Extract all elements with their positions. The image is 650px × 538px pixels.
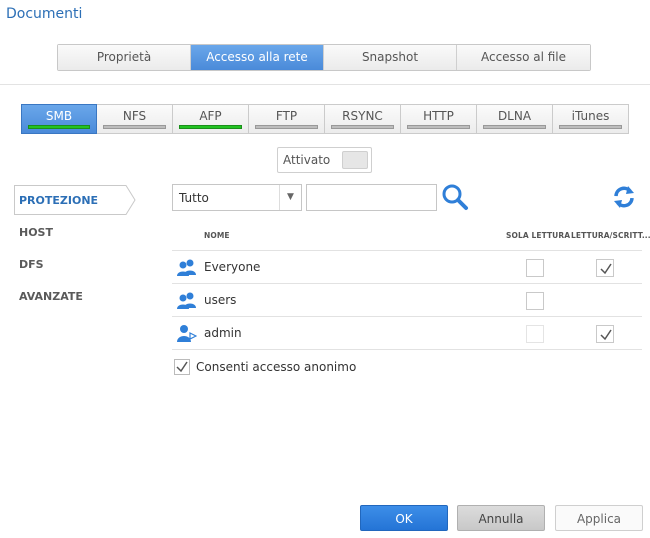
anonymous-access-label: Consenti accesso anonimo <box>196 360 357 374</box>
table-row: admin <box>172 316 642 349</box>
column-header-name: NOME <box>204 231 230 240</box>
status-indicator-enabled <box>28 125 90 129</box>
protocol-tab-label: RSYNC <box>342 109 383 123</box>
tab-snapshot[interactable]: Snapshot <box>324 45 457 70</box>
protocol-tab-label: HTTP <box>423 109 454 123</box>
status-indicator-enabled <box>179 125 242 129</box>
toggle-switch[interactable] <box>342 151 368 169</box>
top-tabs: Proprietà Accesso alla rete Snapshot Acc… <box>57 44 591 71</box>
protocol-tab-itunes[interactable]: iTunes <box>553 104 629 134</box>
group-icon <box>177 258 197 276</box>
status-indicator-disabled <box>559 125 622 129</box>
protocol-tab-rsync[interactable]: RSYNC <box>325 104 401 134</box>
column-header-read-only: SOLA LETTURA <box>506 231 571 240</box>
ok-button[interactable]: OK <box>360 505 448 531</box>
table-row: Everyone <box>172 250 642 283</box>
protocol-tabs: SMB NFS AFP FTP RSYNC HTTP DLNA iTunes <box>21 104 629 134</box>
read-only-checkbox[interactable] <box>526 325 544 343</box>
protocol-tab-label: AFP <box>199 109 222 123</box>
search-input[interactable] <box>306 184 437 211</box>
admin-user-icon <box>177 324 198 342</box>
select-value: Tutto <box>179 191 209 205</box>
status-indicator-disabled <box>483 125 546 129</box>
window-title: Documenti <box>6 6 83 22</box>
protocol-tab-http[interactable]: HTTP <box>401 104 477 134</box>
read-write-checkbox[interactable] <box>596 325 614 343</box>
protocol-tab-label: NFS <box>122 109 147 123</box>
column-header-read-write: LETTURA/SCRITT... <box>571 231 650 240</box>
protocol-tab-afp[interactable]: AFP <box>173 104 249 134</box>
read-only-checkbox[interactable] <box>526 292 544 310</box>
protocol-tab-label: SMB <box>45 109 73 123</box>
protocol-tab-label: iTunes <box>571 109 610 123</box>
user-name: admin <box>204 326 242 340</box>
protocol-tab-nfs[interactable]: NFS <box>97 104 173 134</box>
read-only-checkbox[interactable] <box>526 259 544 277</box>
sidebar-item-dfs[interactable]: DFS <box>19 258 44 271</box>
protocol-tab-ftp[interactable]: FTP <box>249 104 325 134</box>
protocol-tab-dlna[interactable]: DLNA <box>477 104 553 134</box>
divider <box>172 349 642 350</box>
checkmark-icon <box>600 263 612 275</box>
sidebar-item-protezione[interactable]: PROTEZIONE <box>14 185 136 215</box>
cancel-button[interactable]: Annulla <box>457 505 545 531</box>
read-write-checkbox[interactable] <box>596 259 614 277</box>
sidebar-item-avanzate[interactable]: AVANZATE <box>19 290 83 303</box>
table-row: users <box>172 283 642 316</box>
toggle-label: Attivato <box>283 153 331 167</box>
checkmark-icon <box>176 361 188 373</box>
protocol-tab-label: DLNA <box>497 109 532 123</box>
checkmark-icon <box>600 329 612 341</box>
sidebar-item-host[interactable]: HOST <box>19 226 53 239</box>
status-indicator-disabled <box>407 125 470 129</box>
user-name: Everyone <box>204 260 261 274</box>
tab-file-access[interactable]: Accesso al file <box>457 45 590 70</box>
apply-button[interactable]: Applica <box>555 505 643 531</box>
protocol-tab-label: FTP <box>275 109 298 123</box>
protocol-tab-smb[interactable]: SMB <box>21 104 97 134</box>
anonymous-access-checkbox[interactable] <box>174 359 190 375</box>
divider <box>0 84 650 85</box>
tab-properties[interactable]: Proprietà <box>58 45 191 70</box>
refresh-icon[interactable] <box>611 184 637 210</box>
enable-toggle[interactable]: Attivato <box>277 147 372 173</box>
status-indicator-disabled <box>255 125 318 129</box>
user-type-select[interactable]: Tutto ▼ <box>172 184 302 211</box>
tab-network-access[interactable]: Accesso alla rete <box>191 45 324 70</box>
status-indicator-disabled <box>103 125 166 129</box>
status-indicator-disabled <box>331 125 394 129</box>
group-icon <box>177 291 197 309</box>
sidebar-item-label: PROTEZIONE <box>19 194 99 207</box>
search-icon[interactable] <box>441 183 469 211</box>
chevron-down-icon: ▼ <box>279 185 301 210</box>
user-name: users <box>204 293 237 307</box>
